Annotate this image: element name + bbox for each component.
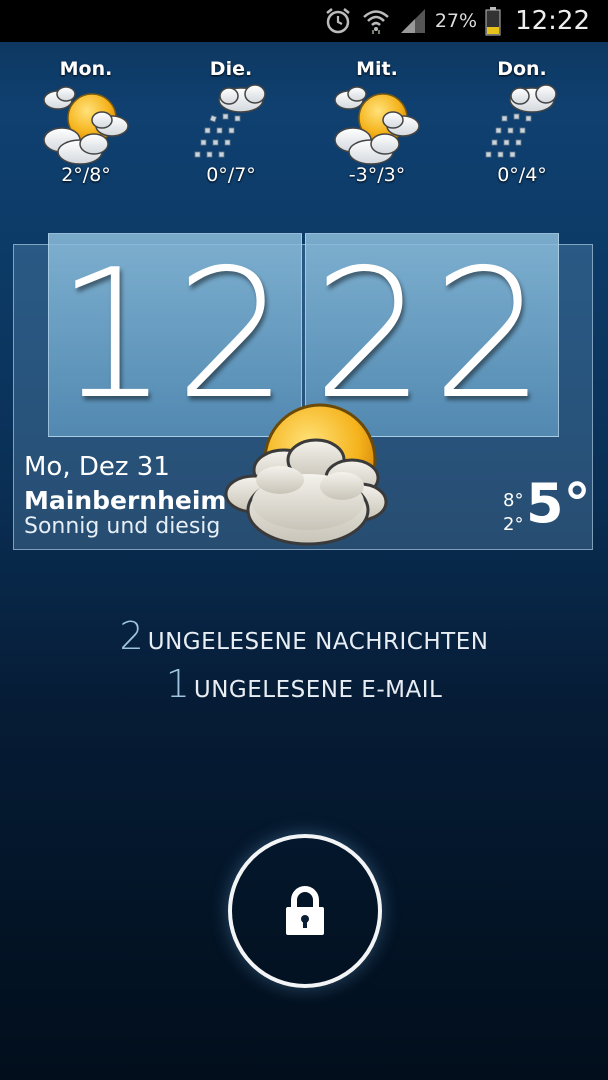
snow-cloud-icon [485,84,557,158]
signal-icon [399,7,427,35]
snow-cloud-icon [194,84,266,158]
wifi-icon [361,6,391,36]
alarm-icon [323,6,353,36]
widget-city: Mainbernheim [24,486,227,515]
forecast-temp: 2°/8° [61,164,111,186]
notification-label: UNGELESENE E-MAIL [193,677,443,703]
forecast-day-mit[interactable]: Mit. -3°/3° [309,58,445,186]
forecast-temp: 0°/7° [206,164,256,186]
sun-cloud-icon [334,86,420,165]
widget-temp-current: 5° [526,472,591,535]
notification-messages[interactable]: 2 UNGELESENE NACHRICHTEN [0,614,608,658]
sun-cloud-icon [224,403,388,546]
forecast-day-don[interactable]: Don. 0°/4° [454,58,590,186]
notification-count: 1 [165,662,190,706]
lock-icon [286,886,324,935]
forecast-day-name: Mon. [59,58,113,80]
notification-count: 2 [119,614,144,658]
sun-cloud-icon [43,86,129,165]
status-time: 12:22 [515,6,590,36]
widget-condition: Sonnig und diesig [24,514,221,539]
forecast-day-mon[interactable]: Mon. 2°/8° [18,58,154,186]
widget-date: Mo, Dez 31 [24,452,170,482]
forecast-day-name: Mit. [356,58,398,80]
battery-percent: 27% [434,10,478,32]
notification-label: UNGELESENE NACHRICHTEN [147,629,489,655]
notification-email[interactable]: 1 UNGELESENE E-MAIL [0,662,608,706]
forecast-day-name: Don. [497,58,547,80]
widget-temp-low: 2° [503,514,524,535]
forecast-day-name: Die. [209,58,253,80]
forecast-temp: 0°/4° [497,164,547,186]
status-bar: 27% 12:22 [0,0,608,42]
battery-icon [485,6,501,36]
unlock-ring[interactable] [228,834,382,988]
widget-temp-high: 8° [503,490,524,511]
forecast-row: Mon. 2°/8° Die. 0°/7° Mit. -3°/3° Don. 0… [0,58,608,198]
forecast-temp: -3°/3° [348,164,406,186]
forecast-day-die[interactable]: Die. 0°/7° [163,58,299,186]
